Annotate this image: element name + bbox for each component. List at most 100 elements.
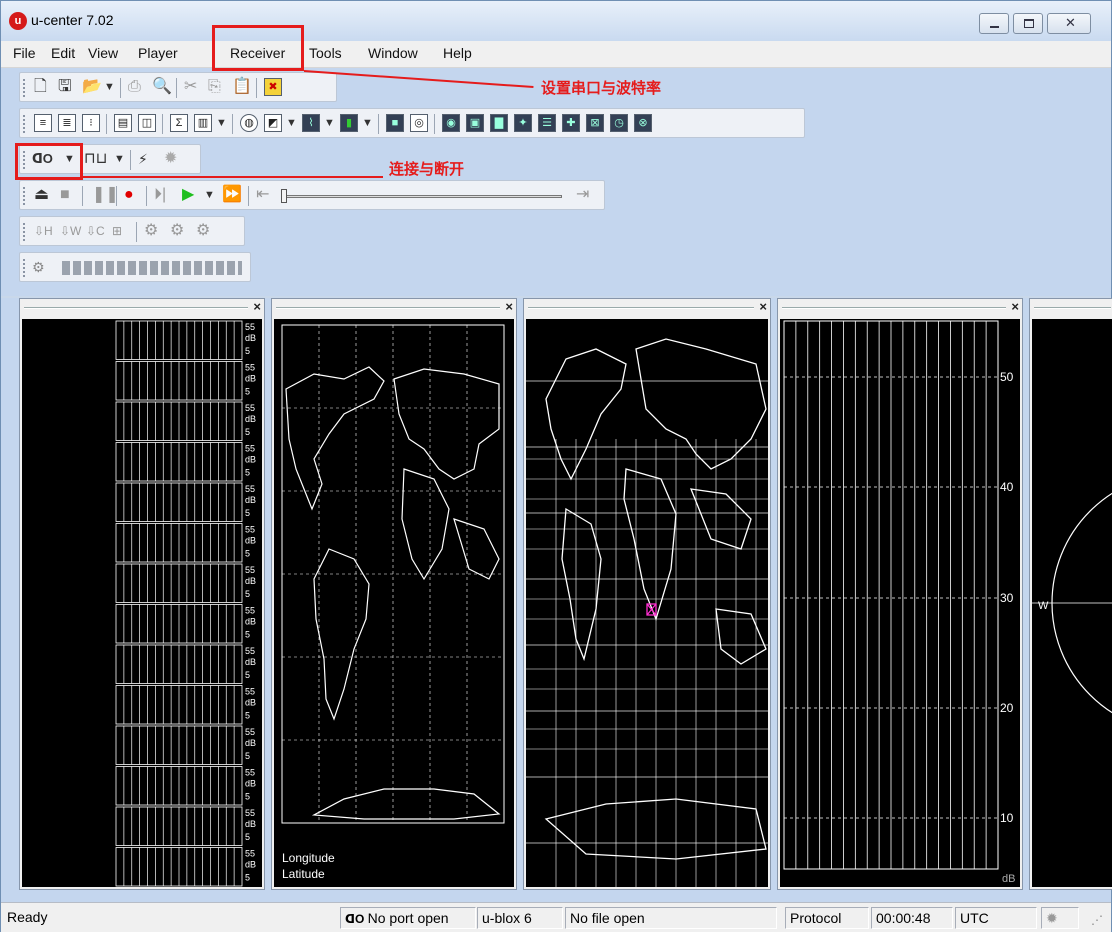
toolbar-grip[interactable]	[23, 223, 26, 241]
message-settings-icon[interactable]: ⚙	[32, 257, 45, 277]
gear-poll-icon[interactable]: ⚙	[196, 221, 210, 241]
menu-tools[interactable]: Tools	[309, 45, 342, 61]
close-panel-icon[interactable]: ×	[1011, 299, 1019, 314]
panel-grip[interactable]	[782, 307, 1006, 309]
table-view-icon[interactable]: ▥	[194, 114, 212, 132]
save-icon[interactable]: 🖫	[58, 77, 72, 97]
histogram-dropdown-icon[interactable]: ▼	[324, 113, 335, 133]
gear-icon[interactable]: ⚙	[144, 221, 158, 241]
close-panel-icon[interactable]: ×	[759, 299, 767, 314]
reset-icon[interactable]: ⊞	[112, 221, 122, 241]
signal-unit-label: dB	[245, 779, 256, 789]
panel-grip[interactable]	[24, 307, 248, 309]
gauge-speed-icon[interactable]: ✚	[562, 114, 580, 132]
messages-view-icon[interactable]: ▤	[114, 114, 132, 132]
gauge-satellite-icon[interactable]: ✦	[514, 114, 532, 132]
new-file-icon[interactable]: 🗋	[34, 77, 47, 97]
status-timezone-cell[interactable]: UTC	[955, 907, 1037, 929]
playback-slider[interactable]	[281, 189, 562, 203]
paste-icon[interactable]: 📋	[232, 77, 252, 97]
eject-icon[interactable]: ⏏	[34, 185, 49, 205]
status-port-cell[interactable]: ᗡO No port open	[340, 907, 476, 929]
gauge-position-icon[interactable]: ⊗	[634, 114, 652, 132]
open-folder-icon[interactable]: 📂	[82, 77, 102, 97]
hot-start-icon[interactable]: ⇩H	[34, 221, 53, 241]
toolbar-grip[interactable]	[23, 259, 26, 277]
packet-console-icon[interactable]: ≣	[58, 114, 76, 132]
statistic-view-icon[interactable]: Σ	[170, 114, 188, 132]
menu-edit[interactable]: Edit	[51, 45, 75, 61]
autobauding-icon[interactable]: ⚡	[138, 149, 148, 169]
close-panel-icon[interactable]: ×	[253, 299, 261, 314]
toolbar-grip[interactable]	[23, 115, 26, 133]
chart-tick-label: 10	[1000, 811, 1014, 825]
menu-player[interactable]: Player	[138, 45, 178, 61]
menu-view[interactable]: View	[88, 45, 118, 61]
menu-file[interactable]: File	[13, 45, 36, 61]
signal-row: 55dB 5	[115, 563, 256, 603]
baudrate-icon[interactable]: ⊓⊔	[84, 149, 107, 169]
baudrate-dropdown-icon[interactable]: ▼	[114, 149, 125, 169]
minimize-button[interactable]	[979, 13, 1009, 34]
resize-grip-icon[interactable]: ⋰	[1091, 913, 1103, 927]
signal-view-icon[interactable]: ▮	[340, 114, 358, 132]
message-buttons-strip[interactable]	[62, 261, 242, 275]
toolbar-grip[interactable]	[23, 79, 26, 97]
close-panel-icon[interactable]: ×	[505, 299, 513, 314]
status-protocol-cell[interactable]: Protocol	[785, 907, 869, 929]
text-console-icon[interactable]: ≡	[34, 114, 52, 132]
menu-help[interactable]: Help	[443, 45, 472, 61]
histogram-view-icon[interactable]: ⌇	[302, 114, 320, 132]
stop-icon[interactable]: ■	[60, 185, 70, 205]
gear-send-icon[interactable]: ⚙	[170, 221, 184, 241]
signal-scale-label: 5	[245, 549, 250, 559]
gauge-altimeter-icon[interactable]: ▣	[466, 114, 484, 132]
gauge-signal-icon[interactable]: ▇	[490, 114, 508, 132]
cold-start-icon[interactable]: ⇩C	[86, 221, 105, 241]
gauge-list-icon[interactable]: ☰	[538, 114, 556, 132]
signal-scale-label: 55	[245, 565, 255, 575]
panel-grip[interactable]	[1034, 307, 1111, 309]
step-forward-icon[interactable]: ⏵|	[154, 185, 166, 205]
print-icon[interactable]: ⎙	[128, 77, 141, 97]
debug-bug-icon[interactable]: ✹	[164, 149, 177, 169]
binary-console-icon[interactable]: ⁝	[82, 114, 100, 132]
chart-view-icon[interactable]: ◩	[264, 114, 282, 132]
pause-icon[interactable]: ❚❚	[92, 185, 119, 205]
gauge-clock-icon[interactable]: ◷	[610, 114, 628, 132]
debug-icon[interactable]: ✖	[264, 78, 282, 96]
table-dropdown-icon[interactable]: ▼	[216, 113, 227, 133]
panel-grip[interactable]	[276, 307, 500, 309]
cut-icon[interactable]: ✂	[184, 77, 197, 97]
configuration-view-icon[interactable]: ◫	[138, 114, 156, 132]
maximize-button[interactable]	[1013, 13, 1043, 34]
warm-start-icon[interactable]: ⇩W	[60, 221, 81, 241]
menu-window[interactable]: Window	[368, 45, 418, 61]
signal-dropdown-icon[interactable]: ▼	[362, 113, 373, 133]
playback-slider-handle[interactable]	[281, 189, 287, 203]
fast-forward-icon[interactable]: ⏩	[222, 185, 242, 205]
open-dropdown-icon[interactable]: ▼	[104, 77, 115, 97]
skip-to-end-icon[interactable]: ⇥	[576, 185, 589, 205]
sky-view-icon[interactable]: ◎	[410, 114, 428, 132]
gauge-heading-icon[interactable]: ⊠	[586, 114, 604, 132]
rewind-to-start-icon[interactable]: ⇤	[256, 185, 269, 205]
signal-scale-label: 5	[245, 792, 250, 802]
toolbar-grip[interactable]	[23, 187, 26, 205]
status-file-cell[interactable]: No file open	[565, 907, 777, 929]
copy-icon[interactable]: ⎘	[208, 77, 221, 97]
window-title: u-center 7.02	[31, 12, 114, 28]
data-view-icon[interactable]: ■	[386, 114, 404, 132]
record-icon[interactable]: ●	[124, 185, 134, 205]
world-view-icon[interactable]: ◍	[240, 114, 258, 132]
message-toolbar: ⚙	[19, 252, 251, 282]
close-button[interactable]: ✕	[1047, 13, 1091, 34]
print-preview-icon[interactable]: 🔍	[152, 77, 172, 97]
toolbar-separator	[256, 78, 257, 98]
play-icon[interactable]: ▶	[182, 185, 194, 205]
panel-grip[interactable]	[528, 307, 754, 309]
play-dropdown-icon[interactable]: ▼	[204, 185, 215, 205]
chart-dropdown-icon[interactable]: ▼	[286, 113, 297, 133]
gauge-compass-icon[interactable]: ◉	[442, 114, 460, 132]
status-receiver-cell[interactable]: u-blox 6	[477, 907, 563, 929]
